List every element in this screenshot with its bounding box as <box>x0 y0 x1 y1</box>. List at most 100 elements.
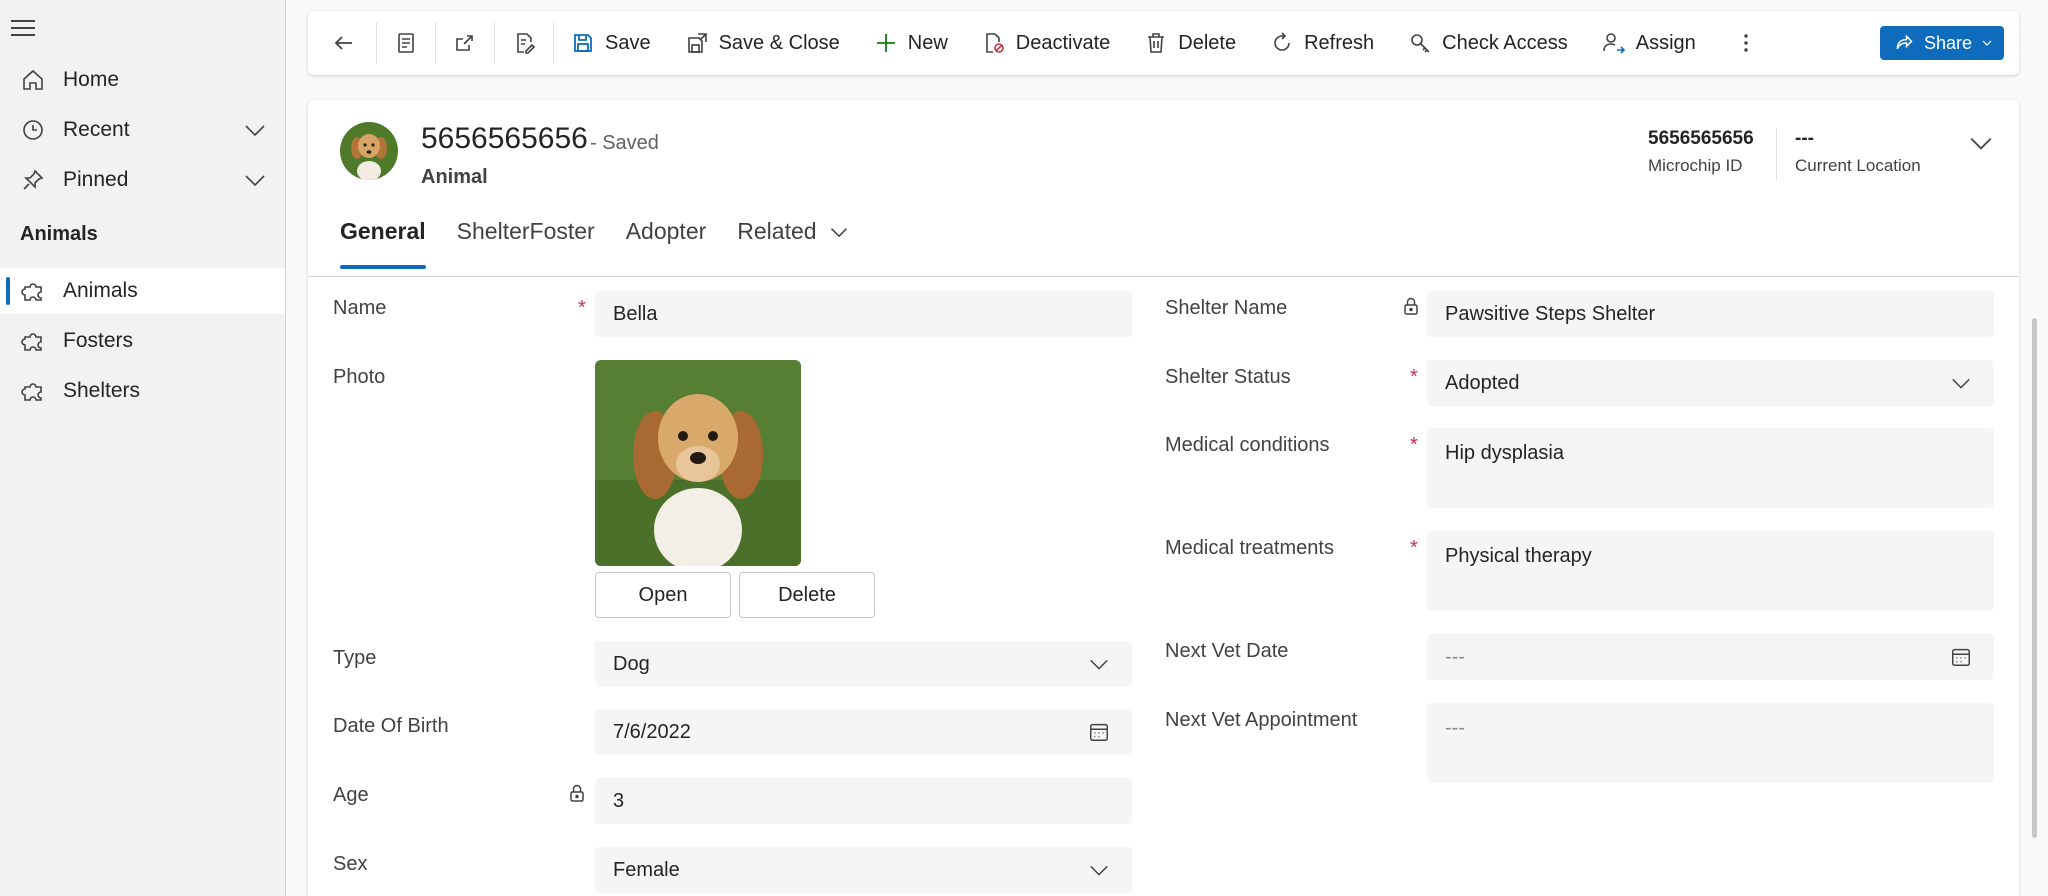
chevron-down-icon <box>1088 653 1110 675</box>
header-expand-chevron-icon[interactable] <box>1968 130 1994 161</box>
form-tabs: General ShelterFoster Adopter Related <box>340 218 880 276</box>
arrow-left-icon <box>332 31 356 55</box>
tab-related[interactable]: Related <box>737 218 848 276</box>
nav-item-label: Home <box>63 68 120 91</box>
document-icon <box>394 31 418 55</box>
required-indicator: * <box>578 297 586 319</box>
back-button[interactable] <box>308 11 376 75</box>
hamburger-menu-icon[interactable] <box>11 20 35 40</box>
chevron-down-icon[interactable] <box>243 118 267 148</box>
assign-button[interactable]: Assign <box>1580 11 1708 75</box>
chevron-down-icon[interactable] <box>243 168 267 198</box>
next-vet-date-field[interactable]: --- <box>1427 634 1994 680</box>
nav-item-animals[interactable]: Animals <box>0 268 285 314</box>
tab-shelterfoster[interactable]: ShelterFoster <box>457 218 595 276</box>
header-field-value: --- <box>1795 128 1814 149</box>
chevron-down-icon <box>829 222 849 242</box>
check-access-label: Check Access <box>1442 31 1568 54</box>
clock-icon <box>20 117 46 143</box>
vertical-scrollbar[interactable] <box>2032 318 2037 838</box>
next-vet-appointment-label: Next Vet Appointment <box>1165 709 1358 731</box>
name-label: Name <box>333 297 387 319</box>
nav-item-label: Recent <box>63 118 130 141</box>
check-access-button[interactable]: Check Access <box>1386 11 1580 75</box>
tab-general[interactable]: General <box>340 218 426 276</box>
save-close-label: Save & Close <box>718 31 840 54</box>
nav-item-fosters[interactable]: Fosters <box>0 318 285 364</box>
home-icon <box>20 67 46 93</box>
new-label: New <box>907 31 948 54</box>
new-button[interactable]: New <box>852 11 960 75</box>
medical-conditions-label: Medical conditions <box>1165 434 1330 456</box>
save-close-icon <box>685 31 709 55</box>
tab-label: General <box>340 218 426 244</box>
photo-open-button[interactable]: Open <box>595 572 731 618</box>
header-field-label: Current Location <box>1795 156 1921 175</box>
type-select[interactable]: Dog <box>595 641 1132 687</box>
nav-item-label: Pinned <box>63 168 129 191</box>
refresh-button[interactable]: Refresh <box>1248 11 1386 75</box>
open-new-window-button[interactable] <box>436 11 494 75</box>
entity-name: Animal <box>421 166 488 188</box>
calendar-icon[interactable] <box>1950 646 1972 668</box>
share-button[interactable]: Share <box>1880 26 2004 60</box>
dob-field[interactable]: 7/6/2022 <box>595 709 1132 755</box>
nav-item-shelters[interactable]: Shelters <box>0 368 285 414</box>
nav-item-pinned[interactable]: Pinned <box>0 157 285 203</box>
share-label: Share <box>1924 32 1973 53</box>
tab-label: ShelterFoster <box>456 218 595 244</box>
puzzle-icon <box>20 378 46 404</box>
nav-section-title: Animals <box>20 223 98 245</box>
delete-label: Delete <box>1178 31 1237 54</box>
medical-treatments-field[interactable]: Physical therapy <box>1427 531 1994 611</box>
deactivate-button[interactable]: Deactivate <box>960 11 1123 75</box>
person-arrow-icon <box>1602 31 1626 55</box>
flow-button[interactable] <box>495 11 553 75</box>
chevron-down-icon <box>1088 859 1110 881</box>
sex-select[interactable]: Female <box>595 847 1132 893</box>
name-field[interactable]: Bella <box>595 291 1132 337</box>
save-close-button[interactable]: Save & Close <box>663 11 852 75</box>
nav-item-recent[interactable]: Recent <box>0 107 285 153</box>
calendar-icon[interactable] <box>1088 721 1110 743</box>
chevron-down-icon <box>1950 372 1972 394</box>
photo-delete-button[interactable]: Delete <box>739 572 875 618</box>
required-indicator: * <box>1410 366 1418 388</box>
site-navigation: Home Recent Pinned Animals Animals Foste… <box>0 0 286 896</box>
document-edit-icon <box>512 31 536 55</box>
animal-avatar <box>340 122 398 180</box>
photo-label: Photo <box>333 366 386 388</box>
nav-item-home[interactable]: Home <box>0 57 285 103</box>
puzzle-icon <box>20 278 46 304</box>
nav-item-label: Fosters <box>63 329 134 352</box>
pin-icon <box>20 167 46 193</box>
required-indicator: * <box>1410 434 1418 456</box>
shelter-name-label: Shelter Name <box>1165 297 1288 319</box>
more-vertical-icon <box>1734 31 1758 55</box>
next-vet-appointment-field[interactable]: --- <box>1427 703 1994 783</box>
shelter-name-lookup[interactable]: Pawsitive Steps Shelter <box>1427 291 1994 337</box>
sex-value: Female <box>613 858 680 881</box>
dob-label: Date Of Birth <box>333 715 449 737</box>
form-view-button[interactable] <box>377 11 435 75</box>
command-bar: Save Save & Close New Deactivate Delete … <box>308 11 2019 75</box>
next-vet-date-label: Next Vet Date <box>1165 640 1289 662</box>
refresh-label: Refresh <box>1304 31 1375 54</box>
medical-conditions-field[interactable]: Hip dysplasia <box>1427 428 1994 508</box>
save-icon <box>571 31 595 55</box>
next-vet-date-value: --- <box>1445 645 1465 668</box>
medical-treatments-label: Medical treatments <box>1165 537 1334 559</box>
open-external-icon <box>453 31 477 55</box>
puzzle-icon <box>20 328 46 354</box>
record-title: 5656565656 <box>421 122 588 155</box>
share-icon <box>1894 33 1914 53</box>
delete-button[interactable]: Delete <box>1122 11 1248 75</box>
more-commands-button[interactable] <box>1708 11 1770 75</box>
shelter-status-select[interactable]: Adopted <box>1427 360 1994 406</box>
plus-icon <box>874 31 898 55</box>
required-indicator: * <box>1410 537 1418 559</box>
save-button[interactable]: Save <box>554 11 663 75</box>
tab-label: Related <box>737 218 817 244</box>
tab-adopter[interactable]: Adopter <box>626 218 707 276</box>
header-field-microchip: 5656565656 Microchip ID <box>1648 128 1754 176</box>
